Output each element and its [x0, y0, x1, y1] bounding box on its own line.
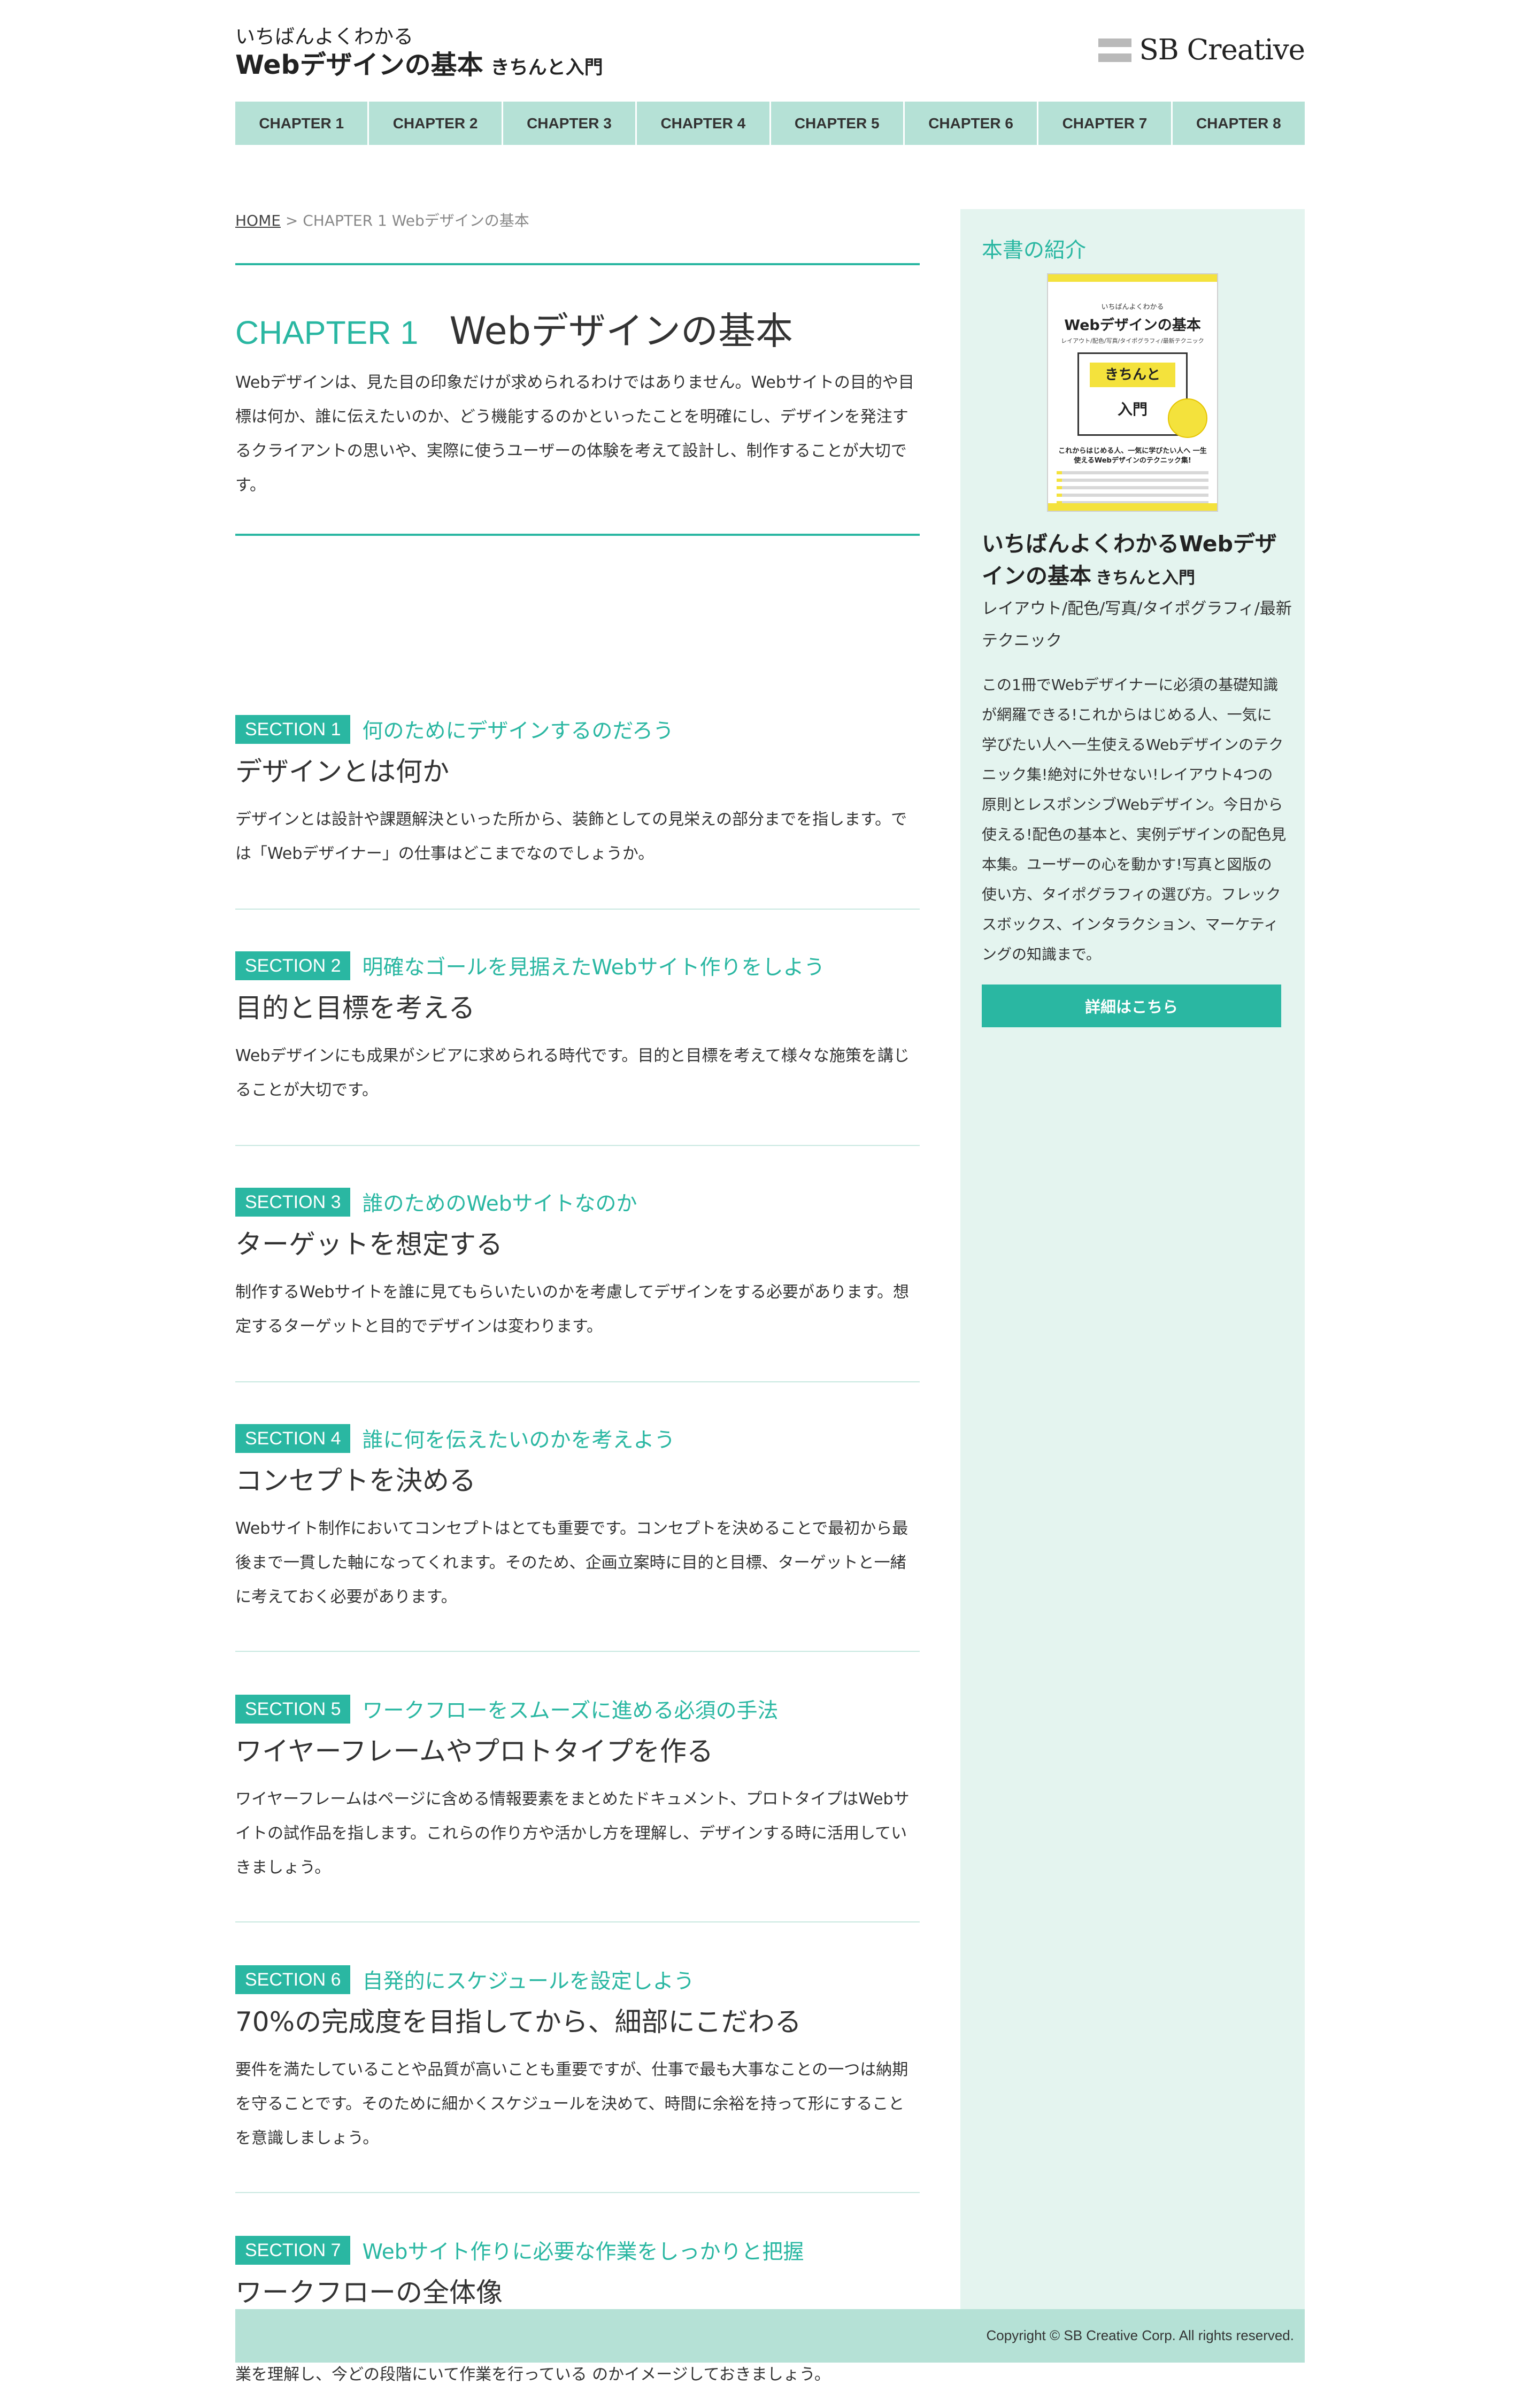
chapter-divider-top — [235, 263, 920, 265]
section-title: コンセプトを決める — [235, 1465, 476, 1496]
section-lead: 何のためにデザインするのだろう — [362, 719, 674, 743]
section-body: Webデザインにも成果がシビアに求められる時代です。目的と目標を考えて様々な施策… — [235, 1047, 910, 1099]
cover-badge-icon — [1168, 398, 1207, 438]
nav-chapter-7[interactable]: CHAPTER 7 — [1038, 102, 1173, 145]
section-badge: SECTION 4 — [235, 1424, 351, 1453]
logo-title: Webデザインの基本 — [235, 50, 483, 80]
section-badge: SECTION 5 — [235, 1695, 351, 1724]
section-badge: SECTION 7 — [235, 2236, 351, 2265]
section-6: SECTION 6 自発的にスケジュールを設定しよう 70%の完成度を目指してから… — [235, 1965, 920, 2156]
cover-box-label: きちんと — [1090, 363, 1175, 387]
logo-main-text: Webデザインの基本 きちんと入門 — [235, 49, 603, 84]
section-body: ワイヤーフレームはページに含める情報要素をまとめたドキュメント、プロトタイプはW… — [235, 1790, 910, 1877]
section-badge: SECTION 6 — [235, 1965, 351, 1994]
section-badge: SECTION 2 — [235, 951, 351, 980]
cover-tagline: これからはじめる人、一気に学びたい人へ 一生使えるWebデザインのテクニック集! — [1058, 447, 1207, 465]
nav-chapter-4[interactable]: CHAPTER 4 — [637, 102, 771, 145]
section-5: SECTION 5 ワークフローをスムーズに進める必須の手法 ワイヤーフレームやプ… — [235, 1695, 920, 1885]
cover-main-text: Webデザインの基本 — [1064, 317, 1201, 334]
book-title-sub: きちんと入門 — [1096, 568, 1195, 588]
cover-feature-lines — [1057, 471, 1208, 504]
section-badge: SECTION 1 — [235, 715, 351, 744]
nav-chapter-5[interactable]: CHAPTER 5 — [771, 102, 905, 145]
section-body: 制作するWebサイトを誰に見てもらいたいのかを考慮してデザインをする必要がありま… — [235, 1283, 910, 1336]
section-divider — [235, 909, 920, 910]
chapter-title: Webデザインの基本 — [449, 309, 793, 353]
section-lead: 誰に何を伝えたいのかを考えよう — [362, 1428, 675, 1452]
global-nav: CHAPTER 1 CHAPTER 2 CHAPTER 3 CHAPTER 4 … — [235, 102, 1305, 145]
breadcrumb-current: CHAPTER 1 Webデザインの基本 — [303, 212, 529, 229]
chapter-description: Webデザインは、見た目の印象だけが求められるわけではありません。Webサイトの… — [235, 373, 914, 495]
cover-band-top — [1048, 274, 1217, 282]
section-lead: Webサイト作りに必要な作業をしっかりと把握 — [362, 2240, 804, 2264]
site-logo[interactable]: いちばんよくわかる Webデザインの基本 きちんと入門 — [235, 25, 603, 84]
section-lead: 誰のためのWebサイトなのか — [362, 1192, 637, 1216]
section-badge: SECTION 3 — [235, 1188, 351, 1217]
section-4: SECTION 4 誰に何を伝えたいのかを考えよう コンセプトを決める Webサイ… — [235, 1424, 920, 1614]
book-genre: レイアウト/配色/写真/タイポグラフィ/最新テクニック — [982, 599, 1292, 650]
section-body: 要件を満たしていることや品質が高いことも重要ですが、仕事で最も大事なことの一つは… — [235, 2060, 908, 2148]
section-lead: 自発的にスケジュールを設定しよう — [362, 1970, 695, 1994]
nav-chapter-2[interactable]: CHAPTER 2 — [369, 102, 503, 145]
section-1: SECTION 1 何のためにデザインするのだろう デザインとは何か デザインとは… — [235, 715, 920, 871]
nav-chapter-8[interactable]: CHAPTER 8 — [1172, 102, 1305, 145]
breadcrumb-home-link[interactable]: HOME — [235, 212, 281, 229]
publisher-logo[interactable]: SB Creative — [1098, 34, 1305, 66]
section-lead: ワークフローをスムーズに進める必須の手法 — [362, 1699, 779, 1723]
section-divider — [235, 1651, 920, 1652]
book-description: この1冊でWebデザイナーに必須の基礎知識が網羅できる!これからはじめる人、一気… — [982, 676, 1287, 963]
detail-button[interactable]: 詳細はこちら — [982, 985, 1281, 1027]
cover-band-bottom — [1048, 503, 1217, 511]
section-body: Webサイト制作においてコンセプトはとても重要です。コンセプトを決めることで最初… — [235, 1519, 908, 1606]
nav-chapter-6[interactable]: CHAPTER 6 — [904, 102, 1039, 145]
book-cover-image[interactable]: いちばんよくわかる Webデザインの基本 レイアウト/配色/写真/タイポグラフィ… — [1047, 273, 1218, 512]
section-3: SECTION 3 誰のためのWebサイトなのか ターゲットを想定する 制作するW… — [235, 1188, 920, 1344]
section-body: デザインとは設計や課題解決といった所から、装飾としての見栄えの部分までを指します… — [235, 810, 907, 863]
sidebar: 本書の紹介 いちばんよくわかる Webデザインの基本 レイアウト/配色/写真/タ… — [960, 209, 1305, 2358]
section-divider — [235, 1381, 920, 1382]
cover-content: いちばんよくわかる Webデザインの基本 レイアウト/配色/写真/タイポグラフィ… — [1057, 290, 1208, 504]
nav-chapter-1[interactable]: CHAPTER 1 — [235, 102, 369, 145]
logo-subtitle: きちんと入門 — [490, 57, 603, 79]
copyright-text: Copyright © SB Creative Corp. All rights… — [986, 2327, 1295, 2343]
section-title: デザインとは何か — [235, 756, 449, 787]
nav-chapter-3[interactable]: CHAPTER 3 — [503, 102, 637, 145]
chapter-heading: CHAPTER 1 Webデザインの基本 — [235, 301, 793, 355]
book-title: いちばんよくわかるWebデザインの基本 きちんと入門 — [982, 528, 1292, 594]
chapter-divider-bottom — [235, 534, 920, 536]
section-title: ターゲットを想定する — [235, 1229, 503, 1260]
sidebar-heading: 本書の紹介 — [982, 239, 1087, 263]
section-title: ワイヤーフレームやプロトタイプを作る — [235, 1736, 713, 1767]
cover-sub-text: レイアウト/配色/写真/タイポグラフィ/最新テクニック — [1061, 337, 1204, 344]
content-area: HOME > CHAPTER 1 Webデザインの基本 CHAPTER 1 Web… — [235, 145, 1305, 2384]
breadcrumb-separator: > — [280, 212, 303, 229]
section-lead: 明確なゴールを見据えたWebサイト作りをしよう — [362, 956, 825, 980]
publisher-mark-icon — [1098, 39, 1132, 62]
section-divider — [235, 1921, 920, 1922]
logo-top-text: いちばんよくわかる — [235, 25, 413, 48]
section-2: SECTION 2 明確なゴールを見据えたWebサイト作りをしよう 目的と目標を考… — [235, 951, 920, 1107]
site-footer: Copyright © SB Creative Corp. All rights… — [235, 2309, 1305, 2363]
section-divider — [235, 2192, 920, 2193]
section-title: ワークフローの全体像 — [235, 2277, 503, 2308]
publisher-name: SB Creative — [1139, 34, 1305, 66]
site-header: いちばんよくわかる Webデザインの基本 きちんと入門 SB Creative — [235, 0, 1305, 102]
section-title: 目的と目標を考える — [235, 993, 475, 1024]
chapter-number: CHAPTER 1 — [235, 314, 419, 351]
cover-top-text: いちばんよくわかる — [1101, 303, 1164, 311]
section-divider — [235, 1145, 920, 1146]
page-wrapper: いちばんよくわかる Webデザインの基本 きちんと入門 SB Creative C… — [235, 0, 1305, 2384]
breadcrumb: HOME > CHAPTER 1 Webデザインの基本 — [235, 209, 529, 230]
section-title: 70%の完成度を目指してから、細部にこだわる — [235, 2006, 802, 2037]
